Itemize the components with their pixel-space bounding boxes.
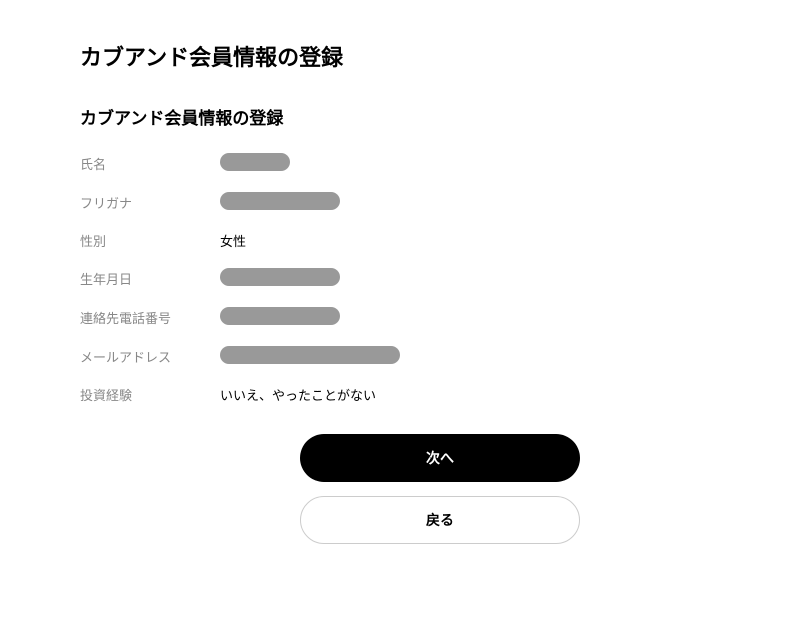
row-birthdate: 生年月日 <box>80 268 720 289</box>
label-furigana: フリガナ <box>80 193 220 212</box>
form-rows: 氏名 フリガナ 性別 女性 生年月日 連絡先電話番号 メールアドレス 投資経験 … <box>80 153 720 404</box>
redacted-furigana <box>220 192 340 210</box>
row-furigana: フリガナ <box>80 192 720 213</box>
row-gender: 性別 女性 <box>80 231 720 250</box>
value-gender: 女性 <box>220 231 246 250</box>
label-phone: 連絡先電話番号 <box>80 308 220 327</box>
label-investment-experience: 投資経験 <box>80 385 220 404</box>
label-gender: 性別 <box>80 231 220 250</box>
redacted-email <box>220 346 400 364</box>
row-email: メールアドレス <box>80 346 720 367</box>
value-furigana <box>220 192 340 213</box>
value-investment-experience: いいえ、やったことがない <box>220 385 376 404</box>
value-phone <box>220 307 340 328</box>
next-button[interactable]: 次へ <box>300 434 580 482</box>
redacted-phone <box>220 307 340 325</box>
value-name <box>220 153 290 174</box>
row-investment-experience: 投資経験 いいえ、やったことがない <box>80 385 720 404</box>
label-name: 氏名 <box>80 154 220 173</box>
redacted-birthdate <box>220 268 340 286</box>
section-title: カブアンド会員情報の登録 <box>80 104 720 129</box>
back-button[interactable]: 戻る <box>300 496 580 544</box>
value-birthdate <box>220 268 340 289</box>
row-name: 氏名 <box>80 153 720 174</box>
value-email <box>220 346 400 367</box>
label-email: メールアドレス <box>80 347 220 366</box>
label-birthdate: 生年月日 <box>80 269 220 288</box>
button-group: 次へ 戻る <box>160 434 720 544</box>
row-phone: 連絡先電話番号 <box>80 307 720 328</box>
page-title: カブアンド会員情報の登録 <box>80 40 720 72</box>
redacted-name <box>220 153 290 171</box>
